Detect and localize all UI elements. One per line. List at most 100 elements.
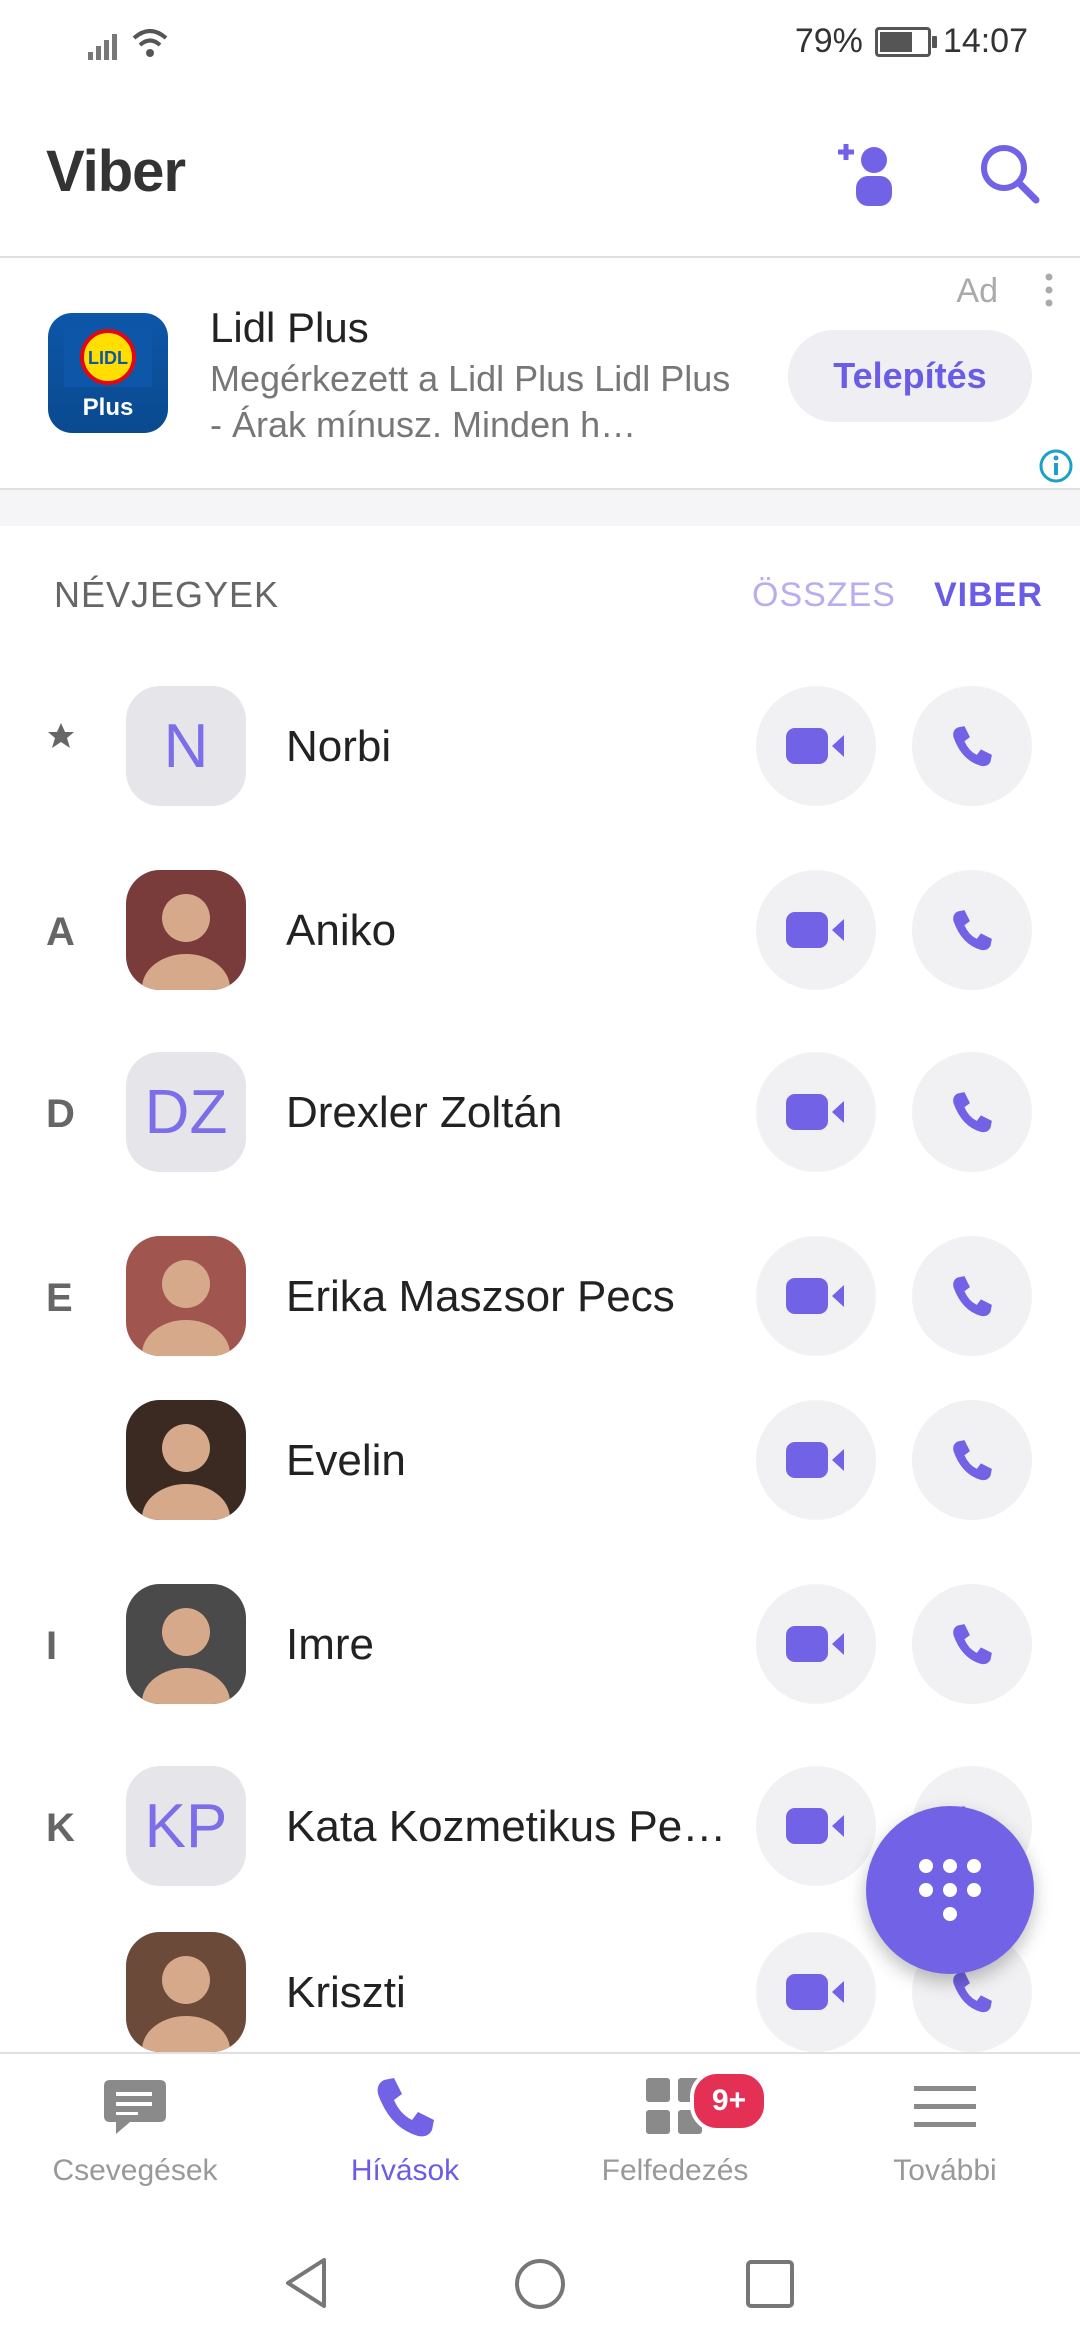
nav-calls[interactable]: Hívások <box>270 2054 540 2224</box>
status-bar: 79% 14:07 <box>0 0 1080 90</box>
app-header: Viber <box>0 90 1080 258</box>
contact-row[interactable]: A Aniko <box>0 870 1080 990</box>
phone-icon <box>953 1276 992 1317</box>
contact-row[interactable]: E Erika Maszsor Pecs <box>0 1236 1080 1356</box>
battery-icon <box>874 26 937 57</box>
phone-icon <box>953 1440 992 1481</box>
nav-label: Csevegések <box>52 2154 218 2187</box>
contact-name: Evelin <box>286 1436 406 1485</box>
voice-call-button[interactable] <box>912 1236 1032 1356</box>
ad-banner[interactable]: LIDL Plus Lidl Plus Megérkezett a Lidl P… <box>0 258 1080 490</box>
menu-icon <box>914 2086 976 2127</box>
video-call-button[interactable] <box>756 686 876 806</box>
video-call-button[interactable] <box>756 1236 876 1356</box>
contact-name: Drexler Zoltán <box>286 1088 563 1137</box>
app-title: Viber <box>46 139 186 204</box>
chat-bubble-icon <box>104 2080 166 2134</box>
ad-description: Megérkezett a Lidl Plus Lidl Plus - Árak… <box>210 358 731 445</box>
clock: 14:07 <box>942 22 1028 60</box>
section-letter: K <box>46 1806 75 1850</box>
video-camera-icon <box>786 1808 844 1844</box>
contact-name: Kata Kozmetikus Pe… <box>286 1802 727 1851</box>
nav-label: További <box>893 2154 997 2187</box>
voice-call-button[interactable] <box>912 1400 1032 1520</box>
avatar[interactable]: DZ <box>126 1052 246 1172</box>
contact-row[interactable]: Evelin <box>0 1400 1080 1520</box>
svg-text:Plus: Plus <box>83 394 134 421</box>
signal-icon <box>88 34 117 60</box>
avatar[interactable] <box>126 1236 246 1356</box>
contact-name: Kriszti <box>286 1968 406 2017</box>
contact-name: Imre <box>286 1620 374 1669</box>
video-camera-icon <box>786 1626 844 1662</box>
contact-name: Norbi <box>286 722 392 771</box>
video-camera-icon <box>786 1278 844 1314</box>
install-button[interactable]: Telepítés <box>788 330 1032 422</box>
ad-title: Lidl Plus <box>210 304 369 351</box>
phone-icon <box>953 1624 992 1665</box>
section-letter: A <box>46 910 75 954</box>
voice-call-button[interactable] <box>912 686 1032 806</box>
recents-icon[interactable] <box>744 2258 796 2310</box>
filter-all-tab[interactable]: ÖSSZES <box>752 576 896 615</box>
lidl-logo: LIDL Plus <box>48 313 168 433</box>
nav-label: Hívások <box>350 2154 460 2187</box>
video-call-button[interactable] <box>756 1932 876 2052</box>
phone-icon <box>953 726 992 767</box>
divider <box>0 490 1080 526</box>
bottom-navigation: Csevegések Hívások 9+ Felfedezés További <box>0 2052 1080 2224</box>
contact-row[interactable]: N Norbi <box>0 686 1080 806</box>
phone-icon <box>953 1092 992 1133</box>
avatar[interactable]: N <box>126 686 246 806</box>
contact-name: Aniko <box>286 906 397 955</box>
ad-label: Ad <box>956 272 998 310</box>
add-contact-icon[interactable] <box>832 138 902 208</box>
more-options-icon[interactable] <box>1044 272 1054 308</box>
system-navigation-bar <box>0 2222 1080 2340</box>
home-icon[interactable] <box>512 2256 568 2312</box>
dialpad-button[interactable] <box>866 1806 1034 1974</box>
avatar-initials: N <box>163 711 209 781</box>
video-camera-icon <box>786 1094 844 1130</box>
notification-badge: 9+ <box>690 2070 768 2132</box>
voice-call-button[interactable] <box>912 870 1032 990</box>
voice-call-button[interactable] <box>912 1584 1032 1704</box>
battery-percent: 79% <box>794 22 863 60</box>
filter-viber-tab[interactable]: VIBER <box>934 576 1043 615</box>
voice-call-button[interactable] <box>912 1052 1032 1172</box>
favorite-star-icon <box>46 716 86 761</box>
section-title: NÉVJEGYEK <box>54 574 280 615</box>
ad-info-icon[interactable] <box>1038 448 1074 484</box>
avatar[interactable] <box>126 1400 246 1520</box>
back-icon[interactable] <box>282 2256 332 2310</box>
section-letter: I <box>46 1624 58 1668</box>
search-icon[interactable] <box>974 138 1044 208</box>
contacts-section-header: NÉVJEGYEK ÖSSZES VIBER <box>0 550 1080 640</box>
avatar[interactable] <box>126 870 246 990</box>
phone-icon <box>377 2078 434 2137</box>
avatar[interactable] <box>126 1932 246 2052</box>
svg-text:LIDL: LIDL <box>88 348 128 368</box>
section-letter: D <box>46 1092 75 1136</box>
video-call-button[interactable] <box>756 1584 876 1704</box>
avatar-initials: DZ <box>144 1077 228 1147</box>
avatar-initials: KP <box>144 1791 228 1861</box>
contact-row[interactable]: D DZ Drexler Zoltán <box>0 1052 1080 1172</box>
avatar[interactable]: KP <box>126 1766 246 1886</box>
phone-icon <box>953 1972 992 2013</box>
wifi-icon <box>132 29 168 57</box>
video-camera-icon <box>786 728 844 764</box>
contact-row[interactable]: I Imre <box>0 1584 1080 1704</box>
avatar[interactable] <box>126 1584 246 1704</box>
nav-chats[interactable]: Csevegések <box>0 2054 270 2224</box>
video-call-button[interactable] <box>756 1400 876 1520</box>
video-camera-icon <box>786 1442 844 1478</box>
phone-icon <box>953 910 992 951</box>
video-call-button[interactable] <box>756 870 876 990</box>
video-call-button[interactable] <box>756 1766 876 1886</box>
video-camera-icon <box>786 912 844 948</box>
nav-explore[interactable]: 9+ Felfedezés <box>540 2054 810 2224</box>
nav-more[interactable]: További <box>810 2054 1080 2224</box>
nav-label: Felfedezés <box>601 2154 749 2187</box>
video-call-button[interactable] <box>756 1052 876 1172</box>
